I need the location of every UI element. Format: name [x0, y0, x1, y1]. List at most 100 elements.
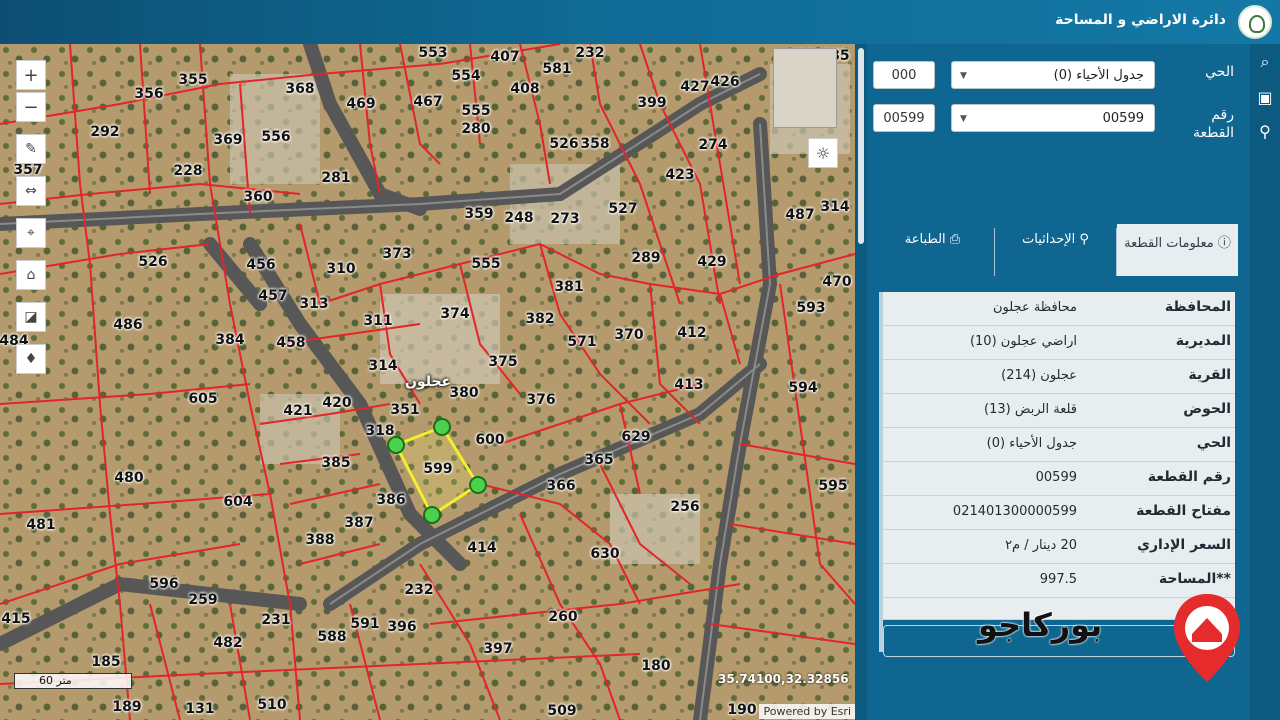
parcel-number-label[interactable]: 423 — [665, 167, 694, 183]
overview-minimap[interactable] — [773, 48, 837, 128]
parcel-number-label[interactable]: 311 — [363, 313, 392, 329]
parcel-number-label[interactable]: 429 — [697, 254, 726, 270]
parcel-number-label[interactable]: 370 — [614, 327, 643, 343]
parcel-number-label[interactable]: 273 — [550, 211, 579, 227]
parcel-number-label[interactable]: 399 — [637, 95, 666, 111]
parcel-number-label[interactable]: 387 — [344, 515, 373, 531]
parcel-number-label[interactable]: 376 — [526, 392, 555, 408]
parcel-number-label[interactable]: 604 — [223, 494, 252, 510]
parcel-number-label[interactable]: 467 — [413, 94, 442, 110]
parcel-number-label[interactable]: 458 — [276, 335, 305, 351]
parcel-number-label[interactable]: 359 — [464, 206, 493, 222]
parcel-number-label[interactable]: 386 — [376, 492, 405, 508]
parcel-number-label[interactable]: 360 — [243, 189, 272, 205]
parcel-number-label[interactable]: 526 — [549, 136, 578, 152]
parcel-number-label[interactable]: 180 — [641, 658, 670, 674]
parcel-number-label[interactable]: 248 — [504, 210, 533, 226]
parcel-number-label[interactable]: 131 — [185, 701, 214, 717]
compass-icon[interactable]: ♦ — [16, 344, 46, 374]
locate-icon[interactable]: ⌖ — [16, 218, 46, 248]
parcel-number-label[interactable]: 427 — [680, 79, 709, 95]
parcel-number-label[interactable]: 289 — [631, 250, 660, 266]
parcel-number-label[interactable]: 228 — [173, 163, 202, 179]
parcel-number-label[interactable]: 388 — [305, 532, 334, 548]
parcel-number-label[interactable]: 630 — [590, 546, 619, 562]
parcel-number-label[interactable]: 381 — [554, 279, 583, 295]
parcel-number-label[interactable]: 482 — [213, 635, 242, 651]
parcel-number-label[interactable]: 355 — [178, 72, 207, 88]
basemap-toggle-icon[interactable]: ☼ — [808, 138, 838, 168]
parcel-number-label[interactable]: 374 — [440, 306, 469, 322]
parcel-number-label[interactable]: 385 — [321, 455, 350, 471]
parcel-number-label[interactable]: 281 — [321, 170, 350, 186]
panel-splitter[interactable] — [855, 44, 867, 720]
parcel-number-label[interactable]: 510 — [257, 697, 286, 713]
parcel-number-label[interactable]: 408 — [510, 81, 539, 97]
parcel-code-input[interactable]: 00599 — [873, 104, 935, 132]
draw-pencil-icon[interactable]: ✎ — [16, 134, 46, 164]
parcel-number-label[interactable]: 457 — [258, 288, 287, 304]
parcel-number-label[interactable]: 594 — [788, 380, 817, 396]
parcel-number-label[interactable]: 555 — [471, 256, 500, 272]
parcel-number-label[interactable]: 368 — [285, 81, 314, 97]
tab-parcel-info[interactable]: ⓘ معلومات القطعة — [1117, 224, 1238, 276]
parcel-number-label[interactable]: 588 — [317, 629, 346, 645]
parcel-number-label[interactable]: 365 — [584, 452, 613, 468]
parcel-number-label[interactable]: 486 — [113, 317, 142, 333]
map-view[interactable]: 5534072321904853553563684694675544085815… — [0, 44, 855, 720]
parcel-number-label[interactable]: 553 — [418, 45, 447, 61]
parcel-number-label[interactable]: 396 — [387, 619, 416, 635]
parcel-number-label[interactable]: 314 — [820, 199, 849, 215]
parcel-number-label[interactable]: 318 — [365, 423, 394, 439]
parcel-number-label[interactable]: 190 — [727, 702, 756, 718]
parcel-number-label[interactable]: 527 — [608, 201, 637, 217]
parcel-number-label[interactable]: 470 — [822, 274, 851, 290]
parcel-number-label[interactable]: 375 — [488, 354, 517, 370]
parcel-number-label[interactable]: 412 — [677, 325, 706, 341]
parcel-number-label[interactable]: 487 — [785, 207, 814, 223]
parcel-number-label[interactable]: 358 — [580, 136, 609, 152]
parcel-number-label[interactable]: 571 — [567, 334, 596, 350]
parcel-number-label[interactable]: 380 — [449, 385, 478, 401]
parcel-number-label[interactable]: 526 — [138, 254, 167, 270]
parcel-number-label[interactable]: 481 — [26, 517, 55, 533]
parcel-number-label[interactable]: 555 — [461, 103, 490, 119]
parcel-number-label[interactable]: 310 — [326, 261, 355, 277]
parcel-number-label[interactable]: 456 — [246, 257, 275, 273]
parcel-number-label[interactable]: 232 — [575, 45, 604, 61]
parcel-number-label[interactable]: 373 — [382, 246, 411, 262]
zoom-out-button[interactable]: − — [16, 92, 46, 122]
parcel-number-label[interactable]: 185 — [91, 654, 120, 670]
parcel-number-label[interactable]: 232 — [404, 582, 433, 598]
parcel-number-label[interactable]: 313 — [299, 296, 328, 312]
parcel-number-label[interactable]: 292 — [90, 124, 119, 140]
parcel-number-label[interactable]: 596 — [149, 576, 178, 592]
parcel-number-label[interactable]: 509 — [547, 703, 576, 719]
parcel-number-label[interactable]: 556 — [261, 129, 290, 145]
parcel-number-label[interactable]: 382 — [525, 311, 554, 327]
parcel-number-label[interactable]: 356 — [134, 86, 163, 102]
parcel-number-label[interactable]: 259 — [188, 592, 217, 608]
parcel-number-label[interactable]: 407 — [490, 49, 519, 65]
tab-coordinates[interactable]: ⚲ الإحداثيات — [995, 224, 1116, 276]
parcel-number-label[interactable]: 189 — [112, 699, 141, 715]
tab-print[interactable]: ⎙ الطباعة — [871, 224, 994, 276]
parcel-number-label[interactable]: 480 — [114, 470, 143, 486]
district-select[interactable]: جدول الأحياء (0) ▼ — [951, 61, 1155, 89]
parcel-number-label[interactable]: 384 — [215, 332, 244, 348]
parcel-number-label[interactable]: 413 — [674, 377, 703, 393]
parcel-number-label[interactable]: 554 — [451, 68, 480, 84]
parcel-number-label[interactable]: 260 — [548, 609, 577, 625]
parcel-number-label[interactable]: 369 — [213, 132, 242, 148]
parcel-number-label[interactable]: 426 — [710, 74, 739, 90]
parcel-number-label[interactable]: 599 — [423, 461, 452, 477]
parcel-number-label[interactable]: 256 — [670, 499, 699, 515]
layers-icon[interactable]: ▣ — [1255, 88, 1275, 108]
dls-logo-icon[interactable] — [1238, 5, 1272, 39]
panel-scrollbar-thumb[interactable] — [858, 48, 864, 244]
parcel-number-label[interactable]: 605 — [188, 391, 217, 407]
edit-area-icon[interactable]: ◪ — [16, 302, 46, 332]
measure-icon[interactable]: ⇔ — [16, 176, 46, 206]
parcel-number-label[interactable]: 351 — [390, 402, 419, 418]
parcel-number-label[interactable]: 420 — [322, 395, 351, 411]
